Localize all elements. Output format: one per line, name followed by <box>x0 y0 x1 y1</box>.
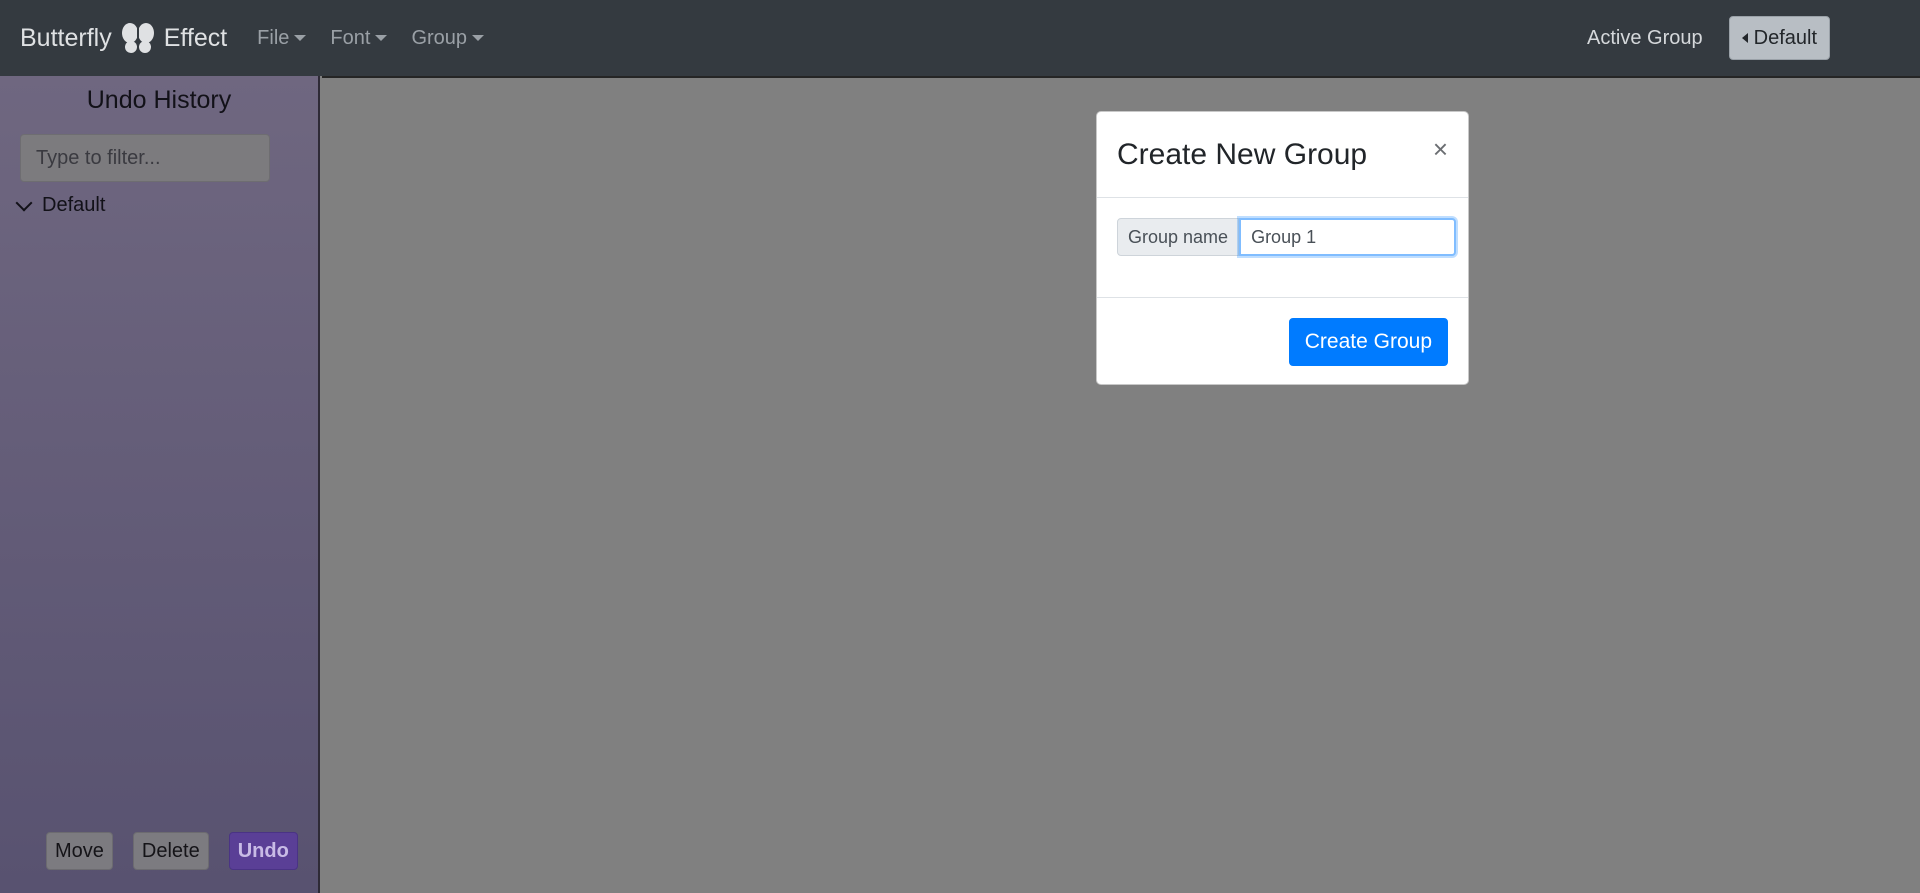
caret-down-icon <box>375 35 388 41</box>
navbar: Butterfly Effect File Font Group Active … <box>0 0 1920 76</box>
menu-file[interactable]: File <box>257 26 307 50</box>
move-button[interactable]: Move <box>46 832 113 870</box>
filter-input[interactable] <box>20 134 270 182</box>
undo-button[interactable]: Undo <box>228 832 298 870</box>
modal-body: Group name <box>1097 198 1468 298</box>
menu-file-label: File <box>257 26 290 49</box>
active-group-label: Active Group <box>1587 26 1703 49</box>
modal-header: Create New Group × <box>1097 112 1468 198</box>
modal-footer: Create Group <box>1097 298 1468 366</box>
caret-left-icon <box>1741 33 1748 43</box>
chevron-down-icon[interactable] <box>15 194 33 211</box>
close-icon[interactable]: × <box>1433 134 1448 165</box>
create-group-button[interactable]: Create Group <box>1288 318 1448 366</box>
tree-node-default[interactable]: Default <box>14 194 105 217</box>
menu-group[interactable]: Group <box>411 26 485 50</box>
sidebar-actions: Move Delete Undo <box>46 832 298 870</box>
sidebar-title: Undo History <box>86 86 232 114</box>
active-group-value: Default <box>1753 26 1817 49</box>
menu-group-label: Group <box>411 26 468 49</box>
brand-left-text: Butterfly <box>20 23 112 52</box>
butterfly-icon <box>121 22 155 54</box>
group-name-input[interactable] <box>1239 218 1457 256</box>
caret-down-icon <box>294 35 307 41</box>
app-window: Butterfly Effect File Font Group Active … <box>0 0 1920 893</box>
canvas-area: Create New Group × Group name Create Gro… <box>322 76 1920 893</box>
delete-button[interactable]: Delete <box>132 832 209 870</box>
caret-down-icon <box>472 35 485 41</box>
modal-title: Create New Group <box>1117 137 1368 171</box>
menu-font[interactable]: Font <box>330 26 388 50</box>
create-group-modal: Create New Group × Group name Create Gro… <box>1096 111 1469 385</box>
menu-font-label: Font <box>330 26 371 49</box>
brand-right-text: Effect <box>163 23 228 52</box>
group-name-label: Group name <box>1117 218 1240 256</box>
active-group-dropdown[interactable]: Default <box>1728 16 1830 60</box>
tree-node-label: Default <box>42 194 106 216</box>
undo-history-sidebar: Undo History Default Move Delete Undo <box>0 76 320 893</box>
brand[interactable]: Butterfly Effect <box>20 22 227 54</box>
